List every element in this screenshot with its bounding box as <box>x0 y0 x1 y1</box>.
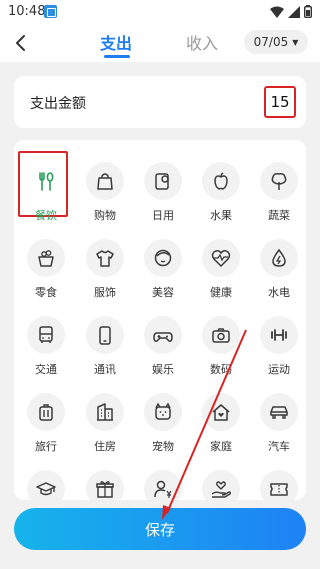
bus-icon <box>27 316 65 354</box>
category-grid: 餐饮 购物 日用 水果 蔬菜零食 服饰 美容 健康 水电交通 通讯 娱乐 数码 运动旅行 住房 宠物 家庭 汽车… <box>14 140 306 500</box>
status-time: 10:48 <box>8 4 46 19</box>
snack-basket-icon <box>27 239 65 277</box>
category-item[interactable]: 水电 <box>251 227 306 299</box>
category-item[interactable]: 数码 <box>193 304 249 376</box>
category-label: 旅行 <box>35 440 57 453</box>
lottery-ticket-icon <box>260 470 298 500</box>
status-bar: 10:48 <box>0 0 320 24</box>
category-item[interactable]: 交通 <box>18 304 74 376</box>
category-label: 交通 <box>35 363 57 376</box>
category-item[interactable]: 日用 <box>135 150 191 222</box>
amount-input[interactable]: 15 <box>264 86 296 118</box>
suitcase-icon <box>27 393 65 431</box>
category-item[interactable]: 购物 <box>77 150 133 222</box>
category-item[interactable]: 通讯 <box>77 304 133 376</box>
category-label: 购物 <box>94 209 116 222</box>
signal-icon <box>288 5 300 18</box>
header-bar: 支出 收入 07/05 ▼ <box>0 24 320 62</box>
category-item[interactable]: 健康 <box>193 227 249 299</box>
date-value: 07/05 <box>253 35 289 49</box>
battery-icon <box>304 5 312 18</box>
category-label: 娱乐 <box>152 363 174 376</box>
category-item[interactable]: 零食 <box>18 227 74 299</box>
face-icon <box>144 239 182 277</box>
category-item[interactable]: 美容 <box>135 227 191 299</box>
back-arrow-icon[interactable] <box>12 32 30 54</box>
phone-icon <box>86 316 124 354</box>
category-label: 数码 <box>210 363 232 376</box>
category-label: 运动 <box>268 363 290 376</box>
category-item[interactable]: 教育 <box>18 458 74 500</box>
category-label: 蔬菜 <box>268 209 290 222</box>
category-label: 服饰 <box>94 286 116 299</box>
tab-income[interactable]: 收入 <box>186 30 218 54</box>
category-item[interactable]: 汽车 <box>251 381 306 453</box>
shopping-bag-icon <box>86 162 124 200</box>
fork-spoon-icon <box>27 162 65 200</box>
donate-hand-icon <box>202 470 240 500</box>
category-item[interactable]: 水果 <box>193 150 249 222</box>
category-item[interactable]: 服饰 <box>77 227 133 299</box>
category-label: 日用 <box>152 209 174 222</box>
category-item[interactable]: 宠物 <box>135 381 191 453</box>
building-icon <box>86 393 124 431</box>
category-item[interactable]: 税金 <box>135 458 191 500</box>
category-item[interactable]: 蔬菜 <box>251 150 306 222</box>
dumbbell-icon <box>260 316 298 354</box>
amount-label: 支出金额 <box>30 96 86 112</box>
car-icon <box>260 393 298 431</box>
category-item[interactable]: 餐饮 <box>18 150 74 222</box>
category-item[interactable]: 娱乐 <box>135 304 191 376</box>
category-label: 水电 <box>268 286 290 299</box>
save-button[interactable]: 保存 <box>14 508 306 550</box>
category-label: 零食 <box>35 286 57 299</box>
amount-card: 支出金额 15 <box>14 76 306 128</box>
category-label: 餐饮 <box>35 209 57 222</box>
date-selector[interactable]: 07/05 ▼ <box>244 30 308 54</box>
tab-active-indicator <box>104 55 130 58</box>
house-icon <box>202 393 240 431</box>
category-label: 通讯 <box>94 363 116 376</box>
tshirt-icon <box>86 239 124 277</box>
pet-icon <box>144 393 182 431</box>
category-item[interactable]: 礼金 <box>77 458 133 500</box>
gift-icon <box>86 470 124 500</box>
category-label: 健康 <box>210 286 232 299</box>
category-item[interactable]: 住房 <box>77 381 133 453</box>
category-item[interactable]: 彩票 <box>251 458 306 500</box>
apple-icon <box>202 162 240 200</box>
water-electric-icon <box>260 239 298 277</box>
category-label: 水果 <box>210 209 232 222</box>
category-item[interactable]: 家庭 <box>193 381 249 453</box>
camera-icon <box>202 316 240 354</box>
category-item[interactable]: 运动 <box>251 304 306 376</box>
category-label: 美容 <box>152 286 174 299</box>
tax-person-icon <box>144 470 182 500</box>
caret-down-icon: ▼ <box>292 37 299 47</box>
tissue-roll-icon <box>144 162 182 200</box>
category-label: 汽车 <box>268 440 290 453</box>
heartbeat-icon <box>202 239 240 277</box>
wifi-icon <box>270 6 284 18</box>
notification-app-icon <box>44 5 57 18</box>
category-label: 住房 <box>94 440 116 453</box>
category-label: 宠物 <box>152 440 174 453</box>
category-item[interactable]: 捐赠 <box>193 458 249 500</box>
graduation-cap-icon <box>27 470 65 500</box>
category-item[interactable]: 旅行 <box>18 381 74 453</box>
gamepad-icon <box>144 316 182 354</box>
status-indicators <box>270 5 312 18</box>
category-label: 家庭 <box>210 440 232 453</box>
vegetable-icon <box>260 162 298 200</box>
tab-expense[interactable]: 支出 <box>100 30 132 54</box>
